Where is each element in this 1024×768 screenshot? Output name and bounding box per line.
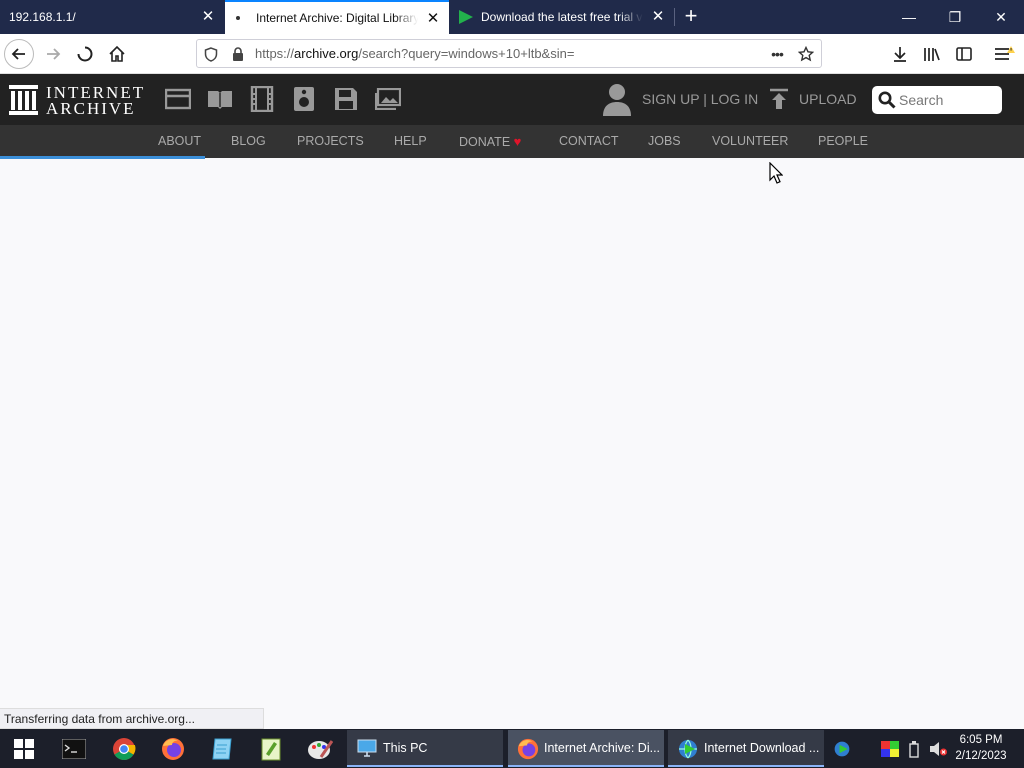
page-content-area — [0, 159, 1024, 705]
status-bar: Transferring data from archive.org... — [0, 708, 264, 729]
taskbar-app-label: Internet Download ... — [704, 741, 820, 755]
taskbar-app-label: Internet Archive: Di... — [544, 741, 661, 755]
texts-icon[interactable] — [207, 86, 233, 112]
search-input[interactable] — [899, 90, 995, 110]
url-text: https://archive.org/search?query=windows… — [255, 46, 574, 61]
minimize-button[interactable]: — — [886, 0, 932, 34]
green-play-icon — [459, 10, 473, 24]
ia-search-box[interactable] — [872, 86, 1002, 114]
this-pc-icon — [357, 739, 377, 757]
heart-icon: ♥ — [513, 134, 522, 149]
lock-icon[interactable] — [228, 44, 248, 64]
nav-donate[interactable]: DONATE ♥ — [459, 134, 521, 149]
bookmark-star-icon[interactable] — [796, 44, 816, 64]
browser-tab-strip: 192.168.1.1/ ✕ Internet Archive: Digital… — [0, 0, 1024, 34]
forward-button[interactable] — [38, 39, 68, 69]
nav-about[interactable]: ABOUT — [158, 134, 201, 148]
download-icon — [894, 47, 906, 62]
ia-top-nav: INTERNET ARCHIVE SIGN UP | LOG IN UPLOAD — [0, 74, 1024, 125]
address-bar[interactable]: https://archive.org/search?query=windows… — [196, 39, 822, 68]
windows-start-icon[interactable] — [10, 735, 38, 763]
nav-blog[interactable]: BLOG — [231, 134, 266, 148]
nav-help[interactable]: HELP — [394, 134, 427, 148]
video-icon[interactable] — [249, 86, 275, 112]
ia-secondary-nav: ABOUT BLOG PROJECTS HELP DONATE ♥ CONTAC… — [0, 125, 1024, 158]
library-button[interactable] — [917, 39, 947, 69]
signup-login-link[interactable]: SIGN UP | LOG IN — [642, 91, 758, 107]
nav-jobs[interactable]: JOBS — [648, 134, 681, 148]
tab-router[interactable]: 192.168.1.1/ ✕ — [0, 0, 224, 34]
web-icon[interactable] — [165, 86, 191, 112]
sidebar-button[interactable] — [949, 39, 979, 69]
hamburger-menu-icon — [995, 46, 1015, 60]
notepad-icon[interactable] — [208, 735, 236, 763]
paint-icon[interactable] — [306, 735, 334, 763]
notepadpp-icon[interactable] — [257, 735, 285, 763]
url-prefix: https:// — [255, 46, 295, 61]
stop-button[interactable] — [70, 39, 100, 69]
taskbar-clock[interactable]: 6:05 PM 2/12/2023 — [950, 732, 1012, 764]
nav-volunteer[interactable]: VOLUNTEER — [712, 134, 788, 148]
internet-download-manager-icon — [679, 739, 697, 759]
tab-title: Download the latest free trial v — [481, 10, 643, 24]
close-tab-icon[interactable]: ✕ — [200, 9, 216, 25]
tab-download-trial[interactable]: Download the latest free trial v ✕ — [450, 0, 674, 34]
nav-people[interactable]: PEOPLE — [818, 134, 868, 148]
close-tab-icon[interactable]: ✕ — [425, 11, 441, 27]
back-arrow-icon — [11, 48, 25, 60]
chrome-icon[interactable] — [110, 735, 138, 763]
restore-button[interactable]: ❐ — [932, 0, 978, 34]
search-icon — [878, 91, 896, 109]
tab-internet-archive[interactable]: Internet Archive: Digital Library ✕ — [225, 0, 449, 34]
taskbar-app-idm[interactable]: Internet Download ... — [668, 730, 824, 767]
close-tab-icon[interactable]: ✕ — [650, 9, 666, 25]
mouse-cursor-icon — [769, 162, 783, 184]
loading-dot-icon — [236, 16, 240, 20]
taskbar-app-label: This PC — [383, 741, 428, 755]
audio-icon[interactable] — [291, 86, 317, 112]
upload-link[interactable]: UPLOAD — [799, 91, 857, 107]
tab-title: Internet Archive: Digital Library — [256, 11, 418, 25]
idm-tray-icon[interactable] — [828, 735, 856, 763]
volume-muted-icon[interactable] — [924, 735, 952, 763]
archive-building-icon — [9, 85, 38, 115]
tab-title: 192.168.1.1/ — [9, 10, 76, 24]
menu-button[interactable] — [990, 39, 1020, 69]
library-icon — [924, 48, 940, 61]
software-icon[interactable] — [333, 86, 359, 112]
taskbar-app-this-pc[interactable]: This PC — [347, 730, 503, 767]
nav-projects[interactable]: PROJECTS — [297, 134, 364, 148]
browser-toolbar: https://archive.org/search?query=windows… — [0, 34, 1024, 74]
shield-icon[interactable] — [201, 44, 221, 64]
images-icon[interactable] — [375, 86, 401, 112]
sidebar-icon — [956, 47, 972, 61]
firefox-icon — [517, 738, 539, 760]
tab-separator — [674, 8, 675, 26]
url-domain: archive.org — [294, 46, 359, 61]
home-icon — [109, 45, 125, 62]
nav-donate-label: DONATE — [459, 135, 511, 149]
downloads-button[interactable] — [885, 39, 915, 69]
firefox-icon[interactable] — [159, 735, 187, 763]
clock-time: 6:05 PM — [959, 734, 1003, 746]
back-button[interactable] — [4, 39, 34, 69]
ia-logo[interactable]: INTERNET ARCHIVE — [9, 82, 149, 118]
user-avatar-icon[interactable] — [602, 82, 632, 116]
home-button[interactable] — [102, 39, 132, 69]
nav-contact[interactable]: CONTACT — [559, 134, 619, 148]
taskbar-app-firefox[interactable]: Internet Archive: Di... — [508, 730, 664, 767]
windows-taskbar: This PC Internet Archive: Di... Internet… — [0, 729, 1024, 768]
terminal-icon[interactable] — [60, 735, 88, 763]
page-actions-icon[interactable]: ••• — [767, 44, 787, 64]
close-window-button[interactable]: ✕ — [978, 0, 1024, 34]
logo-text-line2: ARCHIVE — [46, 99, 136, 118]
url-path: /search?query=windows+10+ltb&sin= — [358, 46, 575, 61]
new-tab-button[interactable]: + — [680, 5, 702, 27]
upload-icon[interactable] — [768, 88, 790, 110]
loading-spinner-icon — [77, 46, 93, 62]
clock-date: 2/12/2023 — [955, 750, 1007, 762]
forward-arrow-icon — [47, 48, 61, 60]
